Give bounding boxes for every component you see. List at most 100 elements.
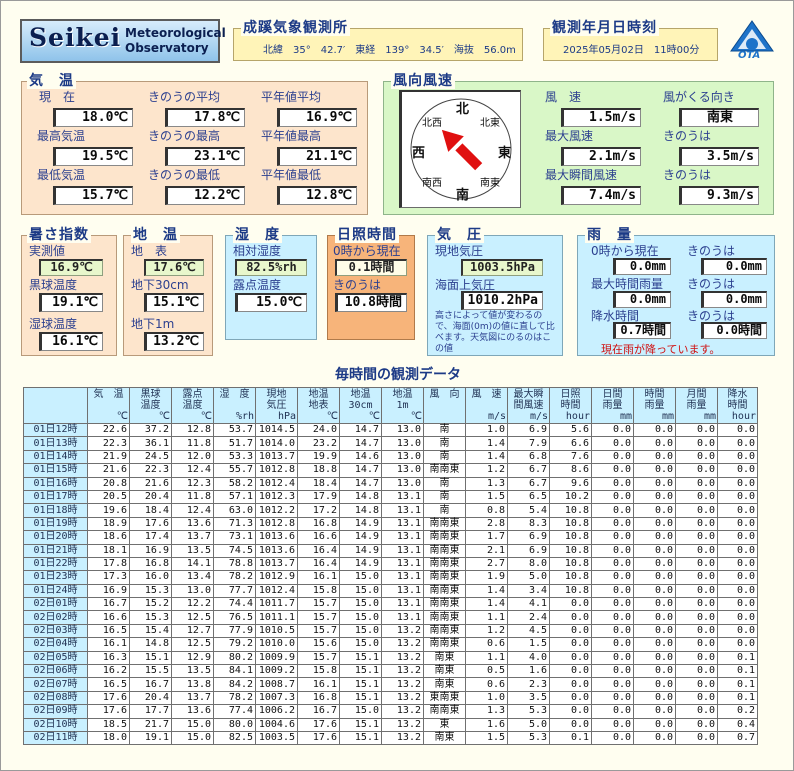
table-cell: 1010.0: [255, 637, 298, 652]
table-cell: 24.5: [129, 449, 172, 465]
table-cell: 22.6: [87, 422, 130, 438]
temp-title: 気 温: [27, 73, 76, 89]
wind-gust: 7.4m/s: [561, 186, 641, 205]
table-cell: 0.0: [549, 637, 592, 652]
table-cell: 0.0: [675, 516, 718, 532]
table-body: 01日12時 22.6 37.2 12.8 53.7 1014.5 24.0 14.7 13.0…: [23, 422, 758, 746]
station-title: 成蹊気象観測所: [241, 20, 350, 36]
table-header-line: 時間: [727, 400, 748, 411]
table-cell: 0.0: [591, 730, 634, 746]
table-cell: 15.0: [339, 623, 382, 639]
table-header-line: 風 向: [429, 389, 460, 400]
table-row-time: 01日16時: [23, 476, 88, 491]
table-cell: 19.1: [129, 730, 172, 746]
pressure-stn-label: 現地気圧: [435, 244, 484, 258]
table-cell: 18.1: [87, 543, 130, 558]
table-cell: 4.0: [507, 650, 550, 666]
table-cell: 0.0: [591, 597, 634, 612]
table-header-line: 雨量: [602, 400, 623, 411]
compass-ne: 北東: [480, 118, 500, 129]
table-cell: 1.1: [465, 650, 508, 666]
table-header-unit: ℃: [368, 411, 380, 422]
table-cell: 南南東: [423, 556, 466, 572]
table-header-unit: %rh: [235, 411, 254, 422]
table-cell: 12.5: [171, 637, 214, 652]
table-cell: 14.7: [339, 476, 382, 491]
table-cell: 1004.6: [255, 717, 298, 732]
table-row-time: 01日14時: [23, 449, 88, 465]
table-cell: 13.2: [381, 730, 424, 746]
table-cell: 16.6: [297, 530, 340, 545]
table-cell: 0.0: [633, 570, 676, 585]
table-cell: 1009.2: [255, 664, 298, 679]
table-cell: 5.6: [549, 422, 592, 438]
heat-v2-label: 黒球温度: [29, 278, 78, 292]
table-cell: 1.5: [465, 730, 508, 746]
table-row: 02日10時 18.5 21.7 15.0 80.0 1004.6 17.6 15.1 13.2…: [23, 717, 758, 732]
wind-gust-label: 最大瞬間風速: [545, 168, 618, 182]
table-header-line: 時間: [644, 389, 665, 400]
table-row: 02日01時 16.7 15.2 12.2 74.4 1011.7 15.7 15.0 13.1…: [23, 597, 758, 612]
table-cell: 南: [423, 449, 466, 465]
wind-ymax-label: きのうは: [663, 129, 712, 143]
sunshine-title: 日照時間: [335, 227, 399, 243]
compass-se: 南東: [480, 178, 500, 189]
table-cell: 17.6: [129, 516, 172, 532]
table-row-time: 02日02時: [23, 610, 88, 625]
table-cell: 1.3: [465, 704, 508, 719]
table-cell: 13.2: [381, 690, 424, 706]
table-row-time: 01日13時: [23, 436, 88, 451]
table-cell: 0.0: [717, 623, 758, 639]
table-cell: 南南東: [423, 570, 466, 585]
temp-nmax: 21.1℃: [277, 147, 357, 166]
rain-maxh: 0.0mm: [613, 291, 671, 308]
table-cell: 15.7: [297, 597, 340, 612]
soil-v1-label: 地 表: [131, 244, 168, 258]
datetime-title: 観測年月日時刻: [550, 20, 659, 36]
table-cell: 0.0: [633, 543, 676, 558]
table-cell: 0.0: [633, 637, 676, 652]
table-cell: 12.2: [171, 597, 214, 612]
table-row-time: 02日07時: [23, 677, 88, 692]
compass-w: 西: [412, 146, 426, 161]
table-cell: 18.0: [87, 730, 130, 746]
table-cell: 0.0: [591, 463, 634, 478]
table-cell: 0.0: [675, 610, 718, 625]
table-header-unit: m/s: [529, 411, 548, 422]
table-row: 01日18時 19.6 18.4 12.4 63.0 1012.2 17.2 14.8 13.1…: [23, 503, 758, 518]
table-cell: 10.8: [549, 556, 592, 572]
table-row: 02日05時 16.3 15.1 12.9 80.2 1009.9 15.7 15.1 13.2…: [23, 650, 758, 666]
table-cell: 南南東: [423, 543, 466, 558]
table-cell: 1.5: [507, 637, 550, 652]
table-cell: 13.0: [381, 422, 424, 438]
rain-ydur-label: きのうは: [687, 309, 736, 323]
table-cell: 0.0: [717, 436, 758, 451]
table-row-time: 02日04時: [23, 637, 88, 652]
table-cell: 0.0: [591, 623, 634, 639]
table-cell: 58.2: [213, 476, 256, 491]
table-cell: 16.0: [129, 570, 172, 585]
table-cell: 0.0: [717, 422, 758, 438]
table-cell: 0.0: [633, 664, 676, 679]
table-header-line: 30cm: [348, 400, 373, 411]
table-cell: 15.6: [297, 637, 340, 652]
sunshine-since: 0.1時間: [335, 259, 407, 276]
table-cell: 16.4: [297, 556, 340, 572]
table-cell: 南南東: [423, 704, 466, 719]
wind-max: 2.1m/s: [561, 147, 641, 166]
table-cell: 南南東: [423, 637, 466, 652]
pressure-note: 高さによって値が変わるので、海面(0m)の値に直して比べます。天気図にのるのはこ…: [435, 311, 555, 354]
table-cell: 1.9: [465, 570, 508, 585]
table-row: 01日23時 17.3 16.0 13.4 78.2 1012.9 16.1 15.0 13.1…: [23, 570, 758, 585]
table-cell: 16.8: [297, 690, 340, 706]
table-header-line: 地温: [350, 389, 371, 400]
table-title: 毎時間の観測データ: [335, 367, 461, 383]
table-cell: 1012.2: [255, 503, 298, 518]
table-cell: 0.7: [717, 730, 758, 746]
table-header-cell: 降水 時間 hour: [717, 387, 758, 424]
table-cell: 南: [423, 436, 466, 451]
table-cell: 15.1: [339, 717, 382, 732]
rain-title: 雨 量: [585, 227, 634, 243]
table-header-line: 日間: [602, 389, 623, 400]
table-cell: 1.4: [465, 436, 508, 451]
